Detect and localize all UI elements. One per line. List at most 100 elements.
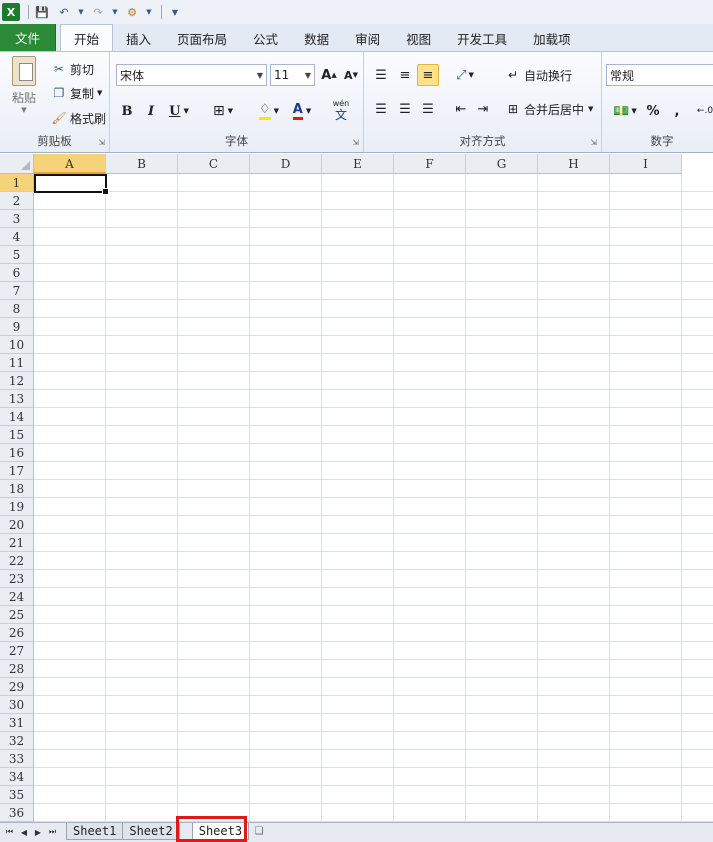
tab-home[interactable]: 开始 [60,24,114,51]
row-header-28[interactable]: 28 [0,660,33,678]
next-sheet-icon[interactable]: ▶ [35,828,41,837]
row-header-22[interactable]: 22 [0,552,33,570]
underline-button[interactable]: U ▼ [164,100,194,122]
orientation-button[interactable]: ⤢ ▼ [450,64,480,86]
row-header-24[interactable]: 24 [0,588,33,606]
tab-review[interactable]: 审阅 [342,26,393,51]
column-header-e[interactable]: E [322,154,394,174]
row-header-20[interactable]: 20 [0,516,33,534]
row-header-29[interactable]: 29 [0,678,33,696]
insert-sheet-icon[interactable]: ❏ [249,823,269,840]
comma-style-button[interactable]: , [666,100,688,122]
column-header-h[interactable]: H [538,154,610,174]
tab-page-layout[interactable]: 页面布局 [164,26,240,51]
align-right-button[interactable]: ☰ [417,98,439,120]
save-icon[interactable]: 💾 [33,3,51,21]
first-sheet-icon[interactable]: ⏮ [6,827,13,837]
sheet-tab-sheet2[interactable]: Sheet2 [122,823,180,840]
redo-icon[interactable]: ↷ [89,3,107,21]
row-header-11[interactable]: 11 [0,354,33,372]
column-header-c[interactable]: C [178,154,250,174]
row-header-30[interactable]: 30 [0,696,33,714]
currency-format-button[interactable]: 💵 ▼ [608,100,642,122]
paste-button[interactable]: 粘贴 ▼ [6,56,42,114]
last-sheet-icon[interactable]: ⏭ [49,827,56,837]
row-header-17[interactable]: 17 [0,462,33,480]
row-header-12[interactable]: 12 [0,372,33,390]
align-middle-button[interactable]: ≡ [394,64,416,86]
row-header-32[interactable]: 32 [0,732,33,750]
bold-button[interactable]: B [116,100,138,122]
border-button[interactable]: ⊞ ▼ [206,100,240,122]
copy-button[interactable]: ❐ 复制 ▼ [50,84,103,102]
fill-color-button[interactable]: ♢ ▼ [252,100,286,122]
font-size-select[interactable]: 11 ▼ [270,64,315,86]
row-header-5[interactable]: 5 [0,246,33,264]
column-header-d[interactable]: D [250,154,322,174]
row-header-3[interactable]: 3 [0,210,33,228]
macro-icon[interactable]: ⚙ [123,3,141,21]
row-header-25[interactable]: 25 [0,606,33,624]
column-header-b[interactable]: B [106,154,178,174]
row-header-6[interactable]: 6 [0,264,33,282]
font-name-select[interactable]: 宋体 ▼ [116,64,267,86]
sheet-tab-sheet3[interactable]: Sheet3 [191,823,250,840]
customize-toolbar-icon[interactable]: ▼ [166,3,184,21]
undo-icon[interactable]: ↶ [55,3,73,21]
font-color-button[interactable]: A ▼ [286,100,318,122]
merge-center-button[interactable]: ⊞ 合并后居中 ▼ [504,100,593,118]
increase-decimal-button[interactable]: ←.0 [694,100,713,122]
row-header-31[interactable]: 31 [0,714,33,732]
align-bottom-button[interactable]: ≡ [417,64,439,86]
select-all-button[interactable] [0,154,34,174]
row-header-4[interactable]: 4 [0,228,33,246]
tab-insert[interactable]: 插入 [113,26,164,51]
row-header-27[interactable]: 27 [0,642,33,660]
align-left-button[interactable]: ☰ [370,98,392,120]
cut-button[interactable]: ✂ 剪切 [50,60,94,78]
macro-dropdown-icon[interactable]: ▼ [145,3,153,21]
cell-grid[interactable] [34,174,713,822]
column-header-a[interactable]: A [34,154,106,174]
tab-developer[interactable]: 开发工具 [444,26,520,51]
row-header-34[interactable]: 34 [0,768,33,786]
shrink-font-button[interactable]: A ▼ [340,64,362,86]
prev-sheet-icon[interactable]: ◀ [21,828,27,837]
row-header-19[interactable]: 19 [0,498,33,516]
phonetic-button[interactable]: wén 文 [326,98,356,124]
column-header-f[interactable]: F [394,154,466,174]
format-painter-button[interactable]: 🖌 格式刷 [50,109,106,127]
dialog-launcher-icon[interactable]: ⇲ [98,138,105,147]
column-header-i[interactable]: I [610,154,682,174]
row-header-15[interactable]: 15 [0,426,33,444]
percent-button[interactable]: % [642,100,664,122]
row-header-26[interactable]: 26 [0,624,33,642]
row-header-33[interactable]: 33 [0,750,33,768]
align-center-button[interactable]: ☰ [394,98,416,120]
row-header-2[interactable]: 2 [0,192,33,210]
italic-button[interactable]: I [140,100,162,122]
column-header-g[interactable]: G [466,154,538,174]
sheet-tab-sheet1[interactable]: Sheet1 [66,823,124,840]
row-header-13[interactable]: 13 [0,390,33,408]
wrap-text-button[interactable]: ↵ 自动换行 [504,66,572,84]
tab-file[interactable]: 文件 [0,24,56,51]
align-top-button[interactable]: ☰ [370,64,392,86]
row-header-1[interactable]: 1 [0,174,33,192]
row-header-7[interactable]: 7 [0,282,33,300]
active-cell-a1[interactable] [34,174,109,195]
row-header-21[interactable]: 21 [0,534,33,552]
row-header-23[interactable]: 23 [0,570,33,588]
number-format-select[interactable]: 常规 [606,64,713,86]
row-header-9[interactable]: 9 [0,318,33,336]
row-header-8[interactable]: 8 [0,300,33,318]
row-header-18[interactable]: 18 [0,480,33,498]
decrease-indent-button[interactable]: ⇤ [450,98,472,120]
tab-formulas[interactable]: 公式 [240,26,291,51]
row-header-14[interactable]: 14 [0,408,33,426]
tab-view[interactable]: 视图 [393,26,444,51]
row-header-36[interactable]: 36 [0,804,33,822]
increase-indent-button[interactable]: ⇥ [472,98,494,120]
dialog-launcher-icon[interactable]: ⇲ [590,138,597,147]
dialog-launcher-icon[interactable]: ⇲ [352,138,359,147]
